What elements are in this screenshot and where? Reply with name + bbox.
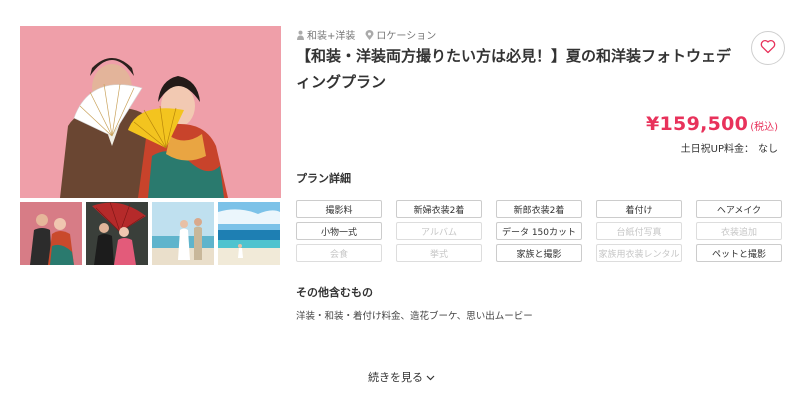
thumbnail-4[interactable] bbox=[218, 202, 280, 265]
price-row: ¥159,500 (税込) bbox=[646, 113, 778, 135]
plan-details-heading: プラン詳細 bbox=[296, 172, 351, 185]
plan-detail-item: 衣装追加 bbox=[696, 222, 782, 240]
plan-detail-item: 撮影料 bbox=[296, 200, 382, 218]
plan-detail-item: 家族と撮影 bbox=[496, 244, 582, 262]
main-photo[interactable] bbox=[20, 26, 281, 198]
read-more-label: 続きを見る bbox=[368, 371, 423, 384]
heart-icon bbox=[760, 39, 776, 58]
tag-label: 和装+洋装 bbox=[307, 31, 356, 42]
plan-detail-item: ペットと撮影 bbox=[696, 244, 782, 262]
holiday-fee: 土日祝UP料金： なし bbox=[681, 140, 778, 155]
person-icon bbox=[296, 30, 305, 40]
holiday-fee-value: なし bbox=[758, 144, 778, 155]
plan-details-grid: 撮影料 新婦衣装2着 新郎衣装2着 着付け ヘアメイク小物一式 アルバム データ 150カッ… bbox=[296, 200, 782, 262]
tag-label: ロケーション bbox=[376, 31, 437, 42]
plan-detail-item: 新婦衣装2着 bbox=[396, 200, 482, 218]
thumbnail-strip bbox=[20, 202, 281, 265]
plan-detail-item: ヘアメイク bbox=[696, 200, 782, 218]
other-included-text: 洋装・和装・着付け料金、造花ブーケ、思い出ムービー bbox=[296, 311, 533, 322]
price-amount: ¥159,500 bbox=[646, 113, 749, 135]
plan-detail-item: アルバム bbox=[396, 222, 482, 240]
plan-detail-item: データ 150カット bbox=[496, 222, 582, 240]
location-pin-icon bbox=[365, 29, 374, 40]
plan-detail-item: 会食 bbox=[296, 244, 382, 262]
plan-detail-item: 着付け bbox=[596, 200, 682, 218]
tag-item: ロケーション bbox=[365, 27, 436, 42]
thumbnail-3[interactable] bbox=[152, 202, 214, 265]
holiday-fee-label: 土日祝UP料金： bbox=[680, 144, 754, 155]
price-tax-label: (税込) bbox=[750, 122, 778, 133]
couple-photo-illustration bbox=[20, 26, 281, 198]
tag-item: 和装+洋装 bbox=[296, 27, 355, 42]
plan-title[interactable]: 【和装・洋装両方撮りたい方は必見！】夏の和洋装フォトウェディングプラン bbox=[296, 43, 742, 95]
thumbnail-2[interactable] bbox=[86, 202, 148, 265]
plan-detail-item: 家族用衣装レンタル bbox=[596, 244, 682, 262]
other-included-heading: その他含むもの bbox=[296, 286, 373, 299]
plan-detail-item: 台紙付写真 bbox=[596, 222, 682, 240]
thumbnail-1[interactable] bbox=[20, 202, 82, 265]
plan-detail-item: 新郎衣装2着 bbox=[496, 200, 582, 218]
favorite-button[interactable] bbox=[751, 31, 785, 65]
chevron-down-icon bbox=[426, 371, 435, 384]
plan-detail-item: 小物一式 bbox=[296, 222, 382, 240]
read-more-button[interactable]: 続きを見る bbox=[368, 369, 435, 385]
tag-list: 和装+洋装 ロケーション bbox=[296, 27, 436, 42]
plan-detail-item: 挙式 bbox=[396, 244, 482, 262]
